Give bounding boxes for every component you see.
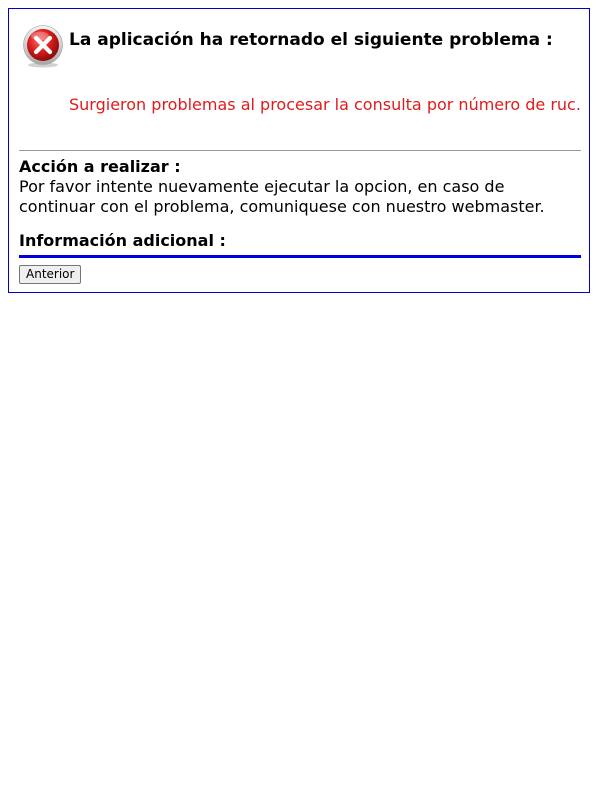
error-x-icon <box>23 25 63 68</box>
error-header: La aplicación ha retornado el siguiente … <box>21 25 553 69</box>
error-title: La aplicación ha retornado el siguiente … <box>69 30 553 50</box>
blue-divider <box>19 255 581 258</box>
action-heading: Acción a realizar : <box>19 157 181 176</box>
action-text: Por favor intente nuevamente ejecutar la… <box>19 177 545 216</box>
divider <box>19 150 581 151</box>
additional-info-heading: Información adicional : <box>19 231 226 250</box>
error-message: Surgieron problemas al procesar la consu… <box>69 95 581 114</box>
back-button[interactable]: Anterior <box>19 265 82 284</box>
error-panel: La aplicación ha retornado el siguiente … <box>8 8 590 293</box>
